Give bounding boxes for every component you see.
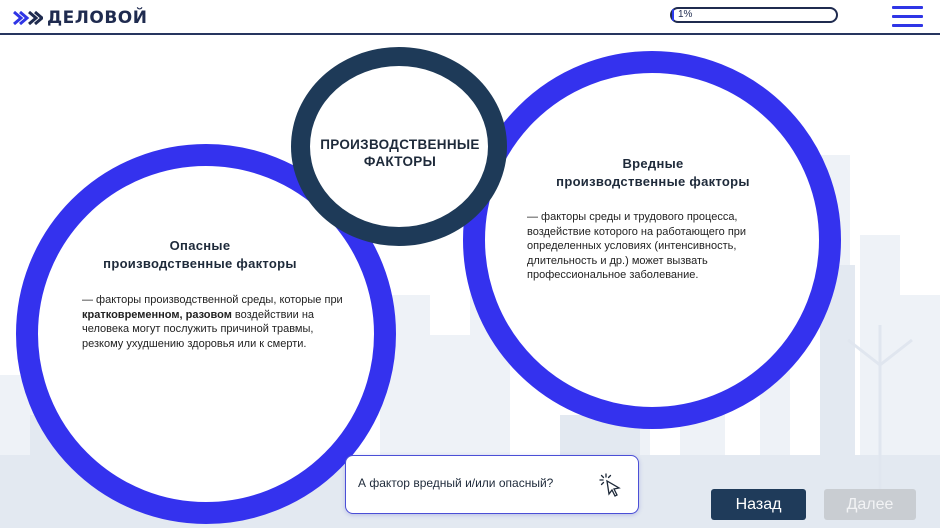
progress-bar: 1% (670, 7, 838, 23)
harmful-factors-title: Вредные производственные факторы (518, 155, 788, 191)
left-title-line1: Опасные (169, 238, 231, 253)
logo-mark-icon (13, 10, 43, 26)
left-desc-part1: — факторы производственной среды, которы… (82, 294, 343, 306)
hazardous-factors-description: — факторы производственной среды, которы… (82, 293, 347, 351)
back-button[interactable]: Назад (711, 489, 806, 520)
pointer-click-icon[interactable] (598, 472, 624, 498)
logo: ДЕЛОВОЙ (13, 7, 147, 29)
hazardous-factors-title: Опасные производственные факторы (70, 237, 330, 273)
question-text: А фактор вредный и/или опасный? (358, 476, 554, 490)
harmful-factors-description: — факторы среды и трудового процесса, во… (527, 211, 747, 281)
left-title-line2: производственные факторы (103, 256, 297, 271)
center-title-line1: ПРОИЗВОДСТВЕННЫЕ (320, 137, 480, 152)
progress-label: 1% (678, 9, 693, 20)
center-title-line2: ФАКТОРЫ (363, 154, 437, 169)
right-title-line2: производственные факторы (556, 174, 750, 189)
right-title-line1: Вредные (622, 156, 684, 171)
progress-fill (672, 9, 674, 21)
left-desc-bold: кратковременном, разовом (82, 308, 232, 321)
logo-text: ДЕЛОВОЙ (47, 8, 148, 28)
hamburger-menu-icon[interactable] (892, 6, 924, 28)
top-bar: ДЕЛОВОЙ 1% (0, 0, 940, 35)
center-circle-title: ПРОИЗВОДСТВЕННЫЕ ФАКТОРЫ (310, 136, 490, 170)
next-button[interactable]: Далее (824, 489, 916, 520)
question-box[interactable]: А фактор вредный и/или опасный? (345, 455, 639, 514)
